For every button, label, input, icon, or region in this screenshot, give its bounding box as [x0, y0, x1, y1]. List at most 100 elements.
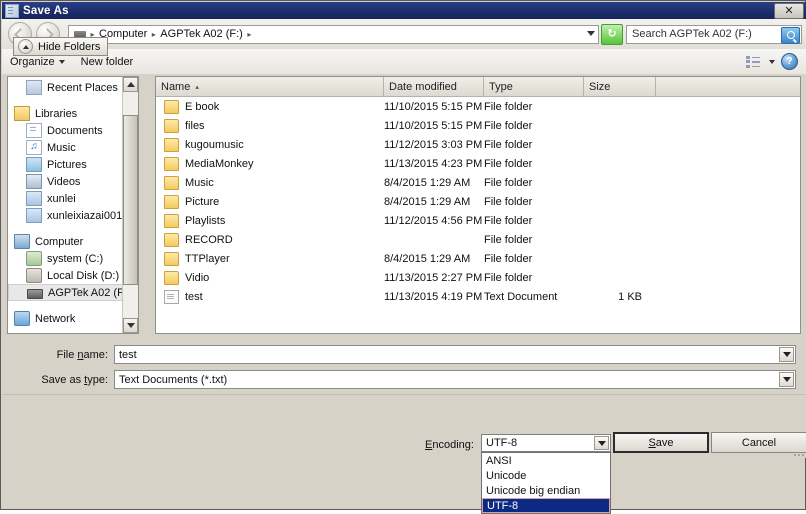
sidebar-item-libraries[interactable]: Libraries: [8, 105, 124, 122]
sidebar-item-network[interactable]: Network: [8, 310, 124, 327]
save-as-type-select[interactable]: Text Documents (*.txt): [114, 370, 796, 389]
sidebar-item-documents[interactable]: Documents: [8, 122, 124, 139]
column-header-date-modified[interactable]: Date modified: [384, 77, 484, 96]
cancel-button[interactable]: Cancel: [711, 432, 806, 453]
table-row[interactable]: Playlists 11/12/2015 4:56 PMFile folder: [156, 211, 800, 230]
encoding-option[interactable]: UTF-8: [482, 498, 610, 513]
recent-places-icon: [26, 80, 42, 95]
sidebar-item-agptek-a02-f[interactable]: AGPTek A02 (F:): [8, 284, 124, 301]
folder-icon: [164, 252, 179, 266]
encoding-option[interactable]: Unicode big endian: [482, 483, 610, 498]
navigation-pane: Recent Places Libraries Documents ♫ Musi…: [7, 76, 139, 334]
table-row[interactable]: TTPlayer8/4/2015 1:29 AMFile folder: [156, 249, 800, 268]
file-name-input[interactable]: test: [114, 345, 796, 364]
column-header-size[interactable]: Size: [584, 77, 656, 96]
table-row[interactable]: Picture8/4/2015 1:29 AMFile folder: [156, 192, 800, 211]
breadcrumb-separator[interactable]: ▸: [149, 30, 158, 39]
sidebar-scrollbar[interactable]: [122, 77, 138, 333]
close-icon[interactable]: ✕: [774, 3, 804, 19]
scroll-up-icon[interactable]: [123, 77, 138, 92]
file-name-dropdown-icon[interactable]: [779, 347, 794, 362]
folder-icon: [164, 214, 179, 228]
file-name-cell: Picture: [156, 195, 384, 209]
date-modified-cell: 11/12/2015 4:56 PM: [384, 215, 484, 227]
scrollbar-thumb[interactable]: [123, 115, 138, 285]
library-icon: [26, 208, 42, 223]
sidebar-item-local-disk-d[interactable]: Local Disk (D:): [8, 267, 124, 284]
network-icon: [14, 311, 30, 326]
save-button[interactable]: Save: [613, 432, 709, 453]
sidebar-item-system-c[interactable]: system (C:): [8, 250, 124, 267]
file-name-text: Vidio: [185, 272, 209, 284]
encoding-option[interactable]: ANSI: [482, 453, 610, 468]
encoding-dropdown-icon[interactable]: [594, 436, 609, 450]
change-view-icon[interactable]: [746, 56, 760, 68]
file-name-text: test: [185, 291, 203, 303]
table-row[interactable]: MediaMonkey11/13/2015 4:23 PMFile folder: [156, 154, 800, 173]
type-cell: Text Document: [484, 291, 584, 303]
column-header-type[interactable]: Type: [484, 77, 584, 96]
file-name-cell: Vidio: [156, 271, 384, 285]
table-row[interactable]: Music8/4/2015 1:29 AMFile folder: [156, 173, 800, 192]
date-modified-cell: 11/10/2015 5:15 PM: [384, 101, 484, 113]
file-name-text: Playlists: [185, 215, 225, 227]
date-modified-cell: 8/4/2015 1:29 AM: [384, 177, 484, 189]
column-header-name[interactable]: Name ▴: [156, 77, 384, 96]
save-as-type-value: Text Documents (*.txt): [115, 374, 227, 386]
table-row[interactable]: Vidio11/13/2015 2:27 PMFile folder: [156, 268, 800, 287]
sidebar-item-label: Recent Places: [47, 82, 118, 94]
sidebar-item-recent-places[interactable]: Recent Places: [8, 79, 124, 96]
table-row[interactable]: files11/10/2015 5:15 PMFile folder: [156, 116, 800, 135]
file-name-cell: E book: [156, 100, 384, 114]
type-cell: File folder: [484, 120, 584, 132]
breadcrumb-separator[interactable]: ▸: [245, 30, 254, 39]
type-cell: File folder: [484, 272, 584, 284]
encoding-dropdown-list[interactable]: ANSIUnicodeUnicode big endianUTF-8: [481, 452, 611, 514]
sidebar-item-label: xunleixiazai001: [47, 210, 122, 222]
sidebar-item-label: Network: [35, 313, 75, 325]
file-name-cell: TTPlayer: [156, 252, 384, 266]
type-cell: File folder: [484, 196, 584, 208]
sidebar-item-music[interactable]: ♫ Music: [8, 139, 124, 156]
scroll-down-icon[interactable]: [123, 318, 138, 333]
table-row[interactable]: kugoumusic11/12/2015 3:03 PMFile folder: [156, 135, 800, 154]
sidebar-gap: [8, 301, 124, 310]
sidebar-item-videos[interactable]: Videos: [8, 173, 124, 190]
save-as-type-label: Save as type:: [2, 374, 114, 386]
sidebar-item-label: system (C:): [47, 253, 103, 265]
save-as-type-dropdown-icon[interactable]: [779, 372, 794, 387]
libraries-icon: [14, 106, 30, 121]
address-bar[interactable]: ▸ Computer ▸ AGPTek A02 (F:) ▸: [68, 25, 599, 44]
title-bar: Save As ✕: [2, 2, 806, 19]
hide-folders-button[interactable]: Hide Folders: [13, 37, 108, 56]
sidebar-item-xunlei[interactable]: xunlei: [8, 190, 124, 207]
search-icon[interactable]: [781, 27, 800, 44]
window-document-icon: [5, 4, 19, 18]
sidebar-item-computer[interactable]: Computer: [8, 233, 124, 250]
computer-icon: [14, 234, 30, 249]
table-row[interactable]: RECORDFile folder: [156, 230, 800, 249]
encoding-select[interactable]: UTF-8: [481, 434, 611, 452]
chevron-up-circle-icon: [18, 39, 33, 54]
refresh-icon[interactable]: ↻: [601, 24, 623, 45]
view-chevron-down-icon[interactable]: [769, 60, 775, 64]
file-name-cell: MediaMonkey: [156, 157, 384, 171]
sidebar-item-pictures[interactable]: Pictures: [8, 156, 124, 173]
column-header-spacer[interactable]: [656, 77, 800, 96]
search-input[interactable]: Search AGPTek A02 (F:): [626, 25, 802, 44]
help-icon[interactable]: ?: [781, 53, 798, 70]
address-history-dropdown-icon[interactable]: [587, 31, 595, 36]
table-row[interactable]: E book11/10/2015 5:15 PMFile folder: [156, 97, 800, 116]
usb-drive-icon: [27, 289, 43, 299]
table-row[interactable]: test11/13/2015 4:19 PMText Document1 KB: [156, 287, 800, 306]
file-name-row: File name: test: [2, 345, 806, 364]
breadcrumb-agptek[interactable]: AGPTek A02 (F:): [158, 28, 245, 40]
sidebar-item-label: Computer: [35, 236, 83, 248]
type-cell: File folder: [484, 139, 584, 151]
size-cell: 1 KB: [584, 291, 656, 303]
file-name-cell: kugoumusic: [156, 138, 384, 152]
file-name-cell: test: [156, 290, 384, 304]
sidebar-item-xunleixiazai001[interactable]: xunleixiazai001: [8, 207, 124, 224]
encoding-option[interactable]: Unicode: [482, 468, 610, 483]
type-cell: File folder: [484, 215, 584, 227]
